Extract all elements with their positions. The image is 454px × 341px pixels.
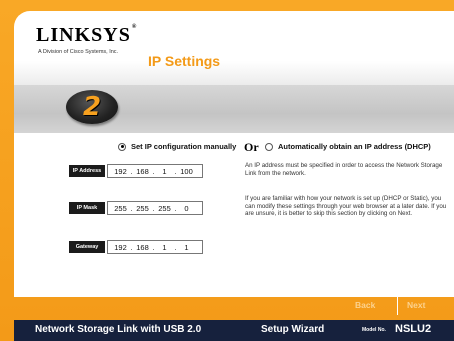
- ip-address-octet-4[interactable]: 100: [178, 167, 195, 176]
- logo-text: LINKSYS: [36, 24, 131, 46]
- description-required: An IP address must be specified in order…: [245, 162, 443, 177]
- footer-bar: Network Storage Link with USB 2.0 Setup …: [14, 320, 454, 341]
- gateway-octet-4[interactable]: 1: [178, 243, 195, 252]
- ip-address-field[interactable]: 192. 168. 1. 100: [107, 164, 203, 178]
- or-separator: Or: [244, 140, 259, 154]
- manual-config-label: Set IP configuration manually: [131, 142, 237, 151]
- description-help: If you are familiar with how your networ…: [245, 195, 447, 218]
- dhcp-label: Automatically obtain an IP address (DHCP…: [278, 142, 431, 151]
- ip-mask-octet-2[interactable]: 255: [134, 204, 151, 213]
- gateway-row: Gateway 192. 168. 1. 1: [69, 240, 203, 254]
- wizard-name: Setup Wizard: [261, 324, 325, 335]
- dhcp-option[interactable]: Automatically obtain an IP address (DHCP…: [265, 142, 431, 151]
- ip-mask-field[interactable]: 255. 255. 255. 0: [107, 201, 203, 215]
- gateway-field[interactable]: 192. 168. 1. 1: [107, 240, 203, 254]
- ip-mask-row: IP Mask 255. 255. 255. 0: [69, 201, 203, 215]
- ip-address-octet-1[interactable]: 192: [112, 167, 129, 176]
- gateway-octet-1[interactable]: 192: [112, 243, 129, 252]
- page-title: IP Settings: [148, 53, 221, 69]
- model-label: Model No.: [362, 327, 386, 333]
- logo-subtitle: A Division of Cisco Systems, Inc.: [38, 49, 119, 55]
- gateway-octet-2[interactable]: 168: [134, 243, 151, 252]
- manual-config-option[interactable]: Set IP configuration manually: [118, 142, 236, 151]
- ip-address-row: IP Address 192. 168. 1. 100: [69, 164, 203, 178]
- step-number: 2: [82, 92, 102, 122]
- manual-config-radio[interactable]: [118, 142, 126, 151]
- registered-mark: ®: [131, 24, 138, 30]
- model-number: NSLU2: [395, 323, 432, 335]
- ip-mask-octet-1[interactable]: 255: [112, 204, 129, 213]
- wizard-window: LINKSYS® A Division of Cisco Systems, In…: [14, 11, 454, 297]
- next-button[interactable]: Next: [407, 300, 425, 310]
- linksys-logo: LINKSYS®: [36, 24, 137, 47]
- gateway-label: Gateway: [69, 241, 105, 253]
- product-name: Network Storage Link with USB 2.0: [35, 324, 202, 335]
- step-badge: 2: [66, 90, 118, 124]
- back-button[interactable]: Back: [355, 300, 375, 310]
- ip-mask-label: IP Mask: [69, 202, 105, 214]
- header-band: [14, 61, 454, 85]
- ip-address-octet-3[interactable]: 1: [156, 167, 173, 176]
- button-divider: [397, 297, 398, 315]
- ip-address-octet-2[interactable]: 168: [134, 167, 151, 176]
- ip-mask-octet-3[interactable]: 255: [156, 204, 173, 213]
- ip-mask-octet-4[interactable]: 0: [178, 204, 195, 213]
- gateway-octet-3[interactable]: 1: [156, 243, 173, 252]
- ip-address-label: IP Address: [69, 165, 105, 177]
- dhcp-radio[interactable]: [265, 142, 273, 151]
